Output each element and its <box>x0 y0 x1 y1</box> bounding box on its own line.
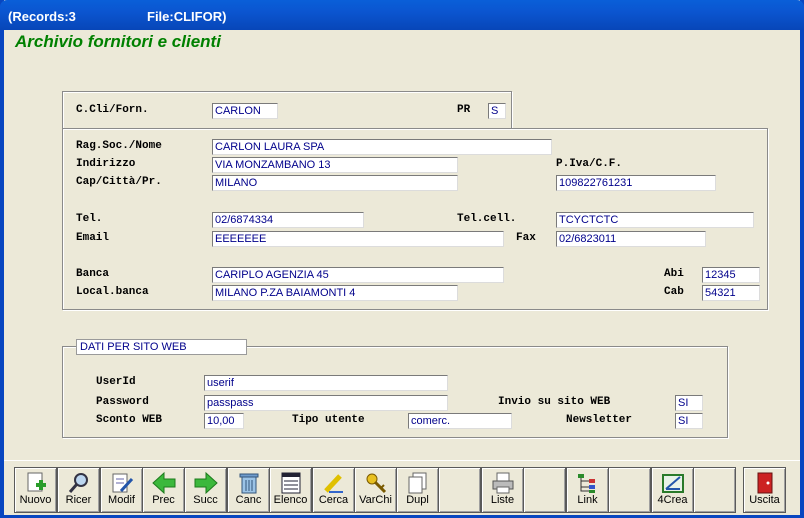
sconto-field[interactable]: 10,00 <box>204 413 244 429</box>
newsletter-field[interactable]: SI <box>675 413 703 429</box>
fax-field[interactable]: 02/6823011 <box>556 231 706 247</box>
exit-door-icon <box>757 472 772 494</box>
localbanca-label: Local.banca <box>76 286 149 298</box>
drafting-icon <box>661 474 684 493</box>
cap-field[interactable]: MILANO <box>212 175 458 191</box>
tree-link-icon <box>577 474 595 493</box>
key-icon <box>366 473 386 494</box>
code-label: C.Cli/Forn. <box>76 104 149 116</box>
uscita-button[interactable]: Uscita <box>743 467 786 513</box>
fax-label: Fax <box>516 232 536 244</box>
pr-field[interactable]: S <box>488 103 506 119</box>
varchi-button[interactable]: VarChi <box>354 467 397 513</box>
indirizzo-field[interactable]: VIA MONZAMBANO 13 <box>212 157 458 173</box>
elenco-label: Elenco <box>273 494 308 506</box>
banca-field[interactable]: CARIPLO AGENZIA 45 <box>212 267 504 283</box>
abi-label: Abi <box>664 268 684 280</box>
tel-label: Tel. <box>76 213 103 225</box>
invio-label: Invio su sito WEB <box>498 396 611 408</box>
liste-button[interactable]: Liste <box>481 467 524 513</box>
tel-field[interactable]: 02/6874334 <box>212 212 364 228</box>
magnifier-icon <box>68 473 88 493</box>
prec-button[interactable]: Prec <box>142 467 185 513</box>
duplicate-icon <box>408 472 426 494</box>
ragsoc-label: Rag.Soc./Nome <box>76 140 162 152</box>
prec-label: Prec <box>152 494 175 506</box>
piva-field[interactable]: 109822761231 <box>556 175 716 191</box>
telcell-label: Tel.cell. <box>457 213 517 225</box>
modif-button[interactable]: Modif <box>100 467 143 513</box>
title-bar[interactable]: (Records:3 File:CLIFOR) <box>0 0 804 30</box>
abi-field[interactable]: 12345 <box>702 267 760 283</box>
password-label: Password <box>96 396 149 408</box>
cerca-label: Cerca <box>318 494 349 506</box>
empty-button-1[interactable] <box>438 467 481 513</box>
password-field[interactable]: passpass <box>204 395 448 411</box>
elenco-button[interactable]: Elenco <box>269 467 312 513</box>
piva-label: P.Iva/C.F. <box>556 158 623 170</box>
link-label: Link <box>577 494 598 506</box>
modif-label: Modif <box>108 494 135 506</box>
file-name: File:CLIFOR) <box>147 9 227 24</box>
email-field[interactable]: EEEEEEE <box>212 231 504 247</box>
arrow-right-icon <box>194 471 218 495</box>
invio-field[interactable]: SI <box>675 395 703 411</box>
nuovo-button[interactable]: Nuovo <box>14 467 57 513</box>
sconto-label: Sconto WEB <box>96 414 163 426</box>
banca-label: Banca <box>76 268 110 280</box>
nuovo-label: Nuovo <box>19 494 52 506</box>
cap-label: Cap/Città/Pr. <box>76 176 162 188</box>
page-title: Archivio fornitori e clienti <box>15 32 221 51</box>
web-section-title: DATI PER SITO WEB <box>76 339 247 355</box>
window-frame-right <box>800 0 804 518</box>
crea-label: 4Crea <box>657 494 688 506</box>
userid-label: UserId <box>96 376 136 388</box>
email-label: Email <box>76 232 110 244</box>
ricer-button[interactable]: Ricer <box>57 467 100 513</box>
ricer-label: Ricer <box>65 494 92 506</box>
link-button[interactable]: Link <box>566 467 609 513</box>
crea-button[interactable]: 4Crea <box>651 467 694 513</box>
pr-label: PR <box>457 104 471 116</box>
code-field[interactable]: CARLON <box>212 103 278 119</box>
liste-label: Liste <box>490 494 515 506</box>
succ-label: Succ <box>193 494 218 506</box>
tipo-field[interactable]: comerc. <box>408 413 512 429</box>
list-icon <box>281 472 300 494</box>
localbanca-field[interactable]: MILANO P.ZA BAIAMONTI 4 <box>212 285 458 301</box>
empty-button-4[interactable] <box>693 467 736 513</box>
userid-field[interactable]: userif <box>204 375 448 391</box>
printer-icon <box>492 472 513 494</box>
indirizzo-label: Indirizzo <box>76 158 136 170</box>
empty-button-3[interactable] <box>608 467 651 513</box>
cab-field[interactable]: 54321 <box>702 285 760 301</box>
canc-button[interactable]: Canc <box>227 467 270 513</box>
telcell-field[interactable]: TCYCTCTC <box>556 212 754 228</box>
trash-icon <box>239 473 258 494</box>
new-document-icon <box>27 472 46 492</box>
arrow-left-icon <box>151 471 175 495</box>
highlighter-icon <box>323 474 343 493</box>
cerca-button[interactable]: Cerca <box>312 467 355 513</box>
dupl-label: Dupl <box>406 494 429 506</box>
records-count: (Records:3 <box>8 9 76 24</box>
ragsoc-field[interactable]: CARLON LAURA SPA <box>212 139 552 155</box>
varchi-label: VarChi <box>359 494 392 506</box>
tipo-label: Tipo utente <box>292 414 365 426</box>
edit-document-icon <box>112 473 133 493</box>
cab-label: Cab <box>664 286 684 298</box>
dupl-button[interactable]: Dupl <box>396 467 439 513</box>
canc-label: Canc <box>235 494 262 506</box>
empty-button-2[interactable] <box>523 467 566 513</box>
succ-button[interactable]: Succ <box>184 467 227 513</box>
newsletter-label: Newsletter <box>566 414 633 426</box>
uscita-label: Uscita <box>749 494 780 506</box>
